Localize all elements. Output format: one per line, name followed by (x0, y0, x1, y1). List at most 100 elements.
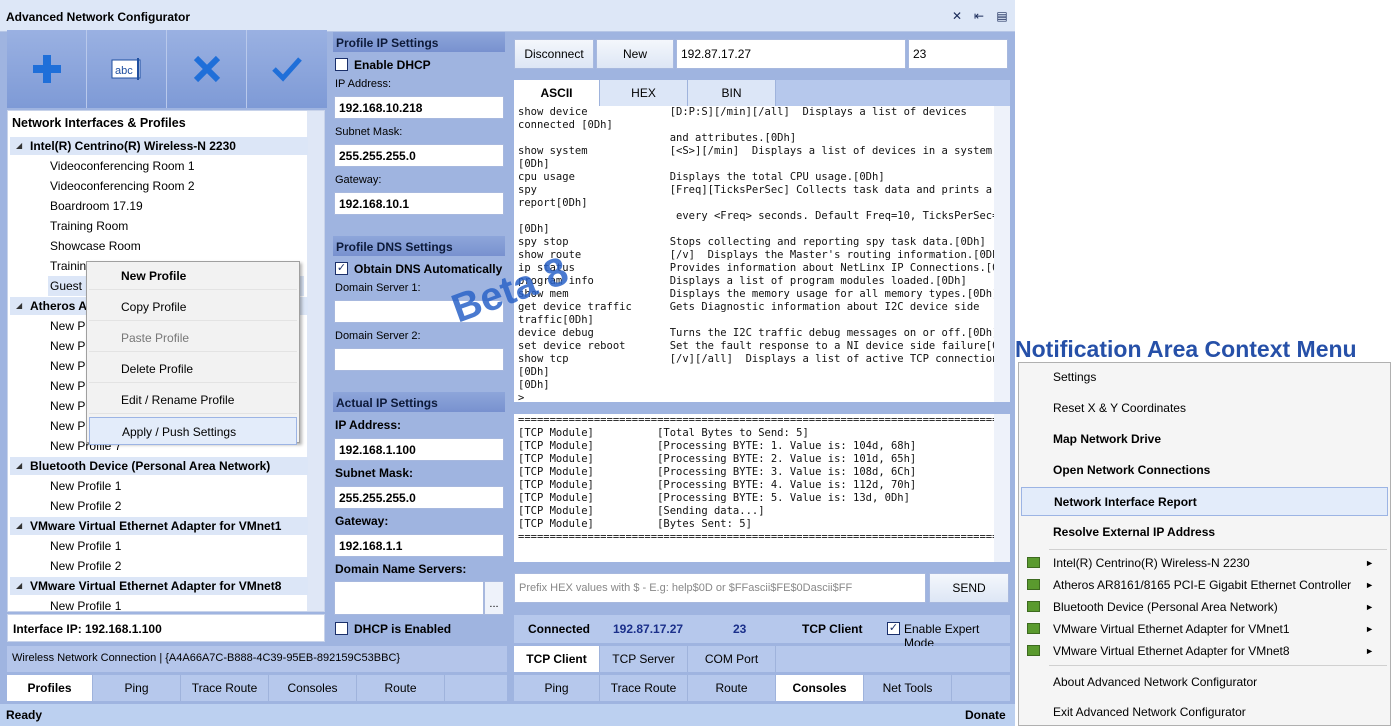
rename-profile-button[interactable]: abc (87, 30, 167, 108)
tree-item[interactable]: Videoconferencing Room 1 (50, 156, 195, 176)
tree-item[interactable]: New P (50, 376, 85, 396)
tree-item[interactable]: New Profile 2 (50, 556, 121, 576)
dhcp-enabled-checkbox[interactable] (335, 622, 348, 635)
mode-tab-bar: TCP Client TCP Server COM Port (514, 646, 1010, 672)
dns-more-button[interactable]: ... (484, 581, 504, 615)
adapter-label: Intel(R) Centrino(R) Wireless-N 2230 (1053, 556, 1250, 570)
tree-item[interactable]: New Profile 2 (50, 496, 121, 516)
adapter-label: Atheros AR8161/8165 PCI-E Gigabit Ethern… (1053, 578, 1352, 592)
terminal-output[interactable]: show device [D:P:S][/min][/all] Displays… (514, 106, 994, 402)
notif-open-connections[interactable]: Open Network Connections (1021, 456, 1388, 485)
menu-copy-profile[interactable]: Copy Profile (89, 293, 297, 321)
tree-group-bluetooth[interactable]: ◢ Bluetooth Device (Personal Area Network… (10, 457, 308, 475)
window-title: Advanced Network Configurator (6, 10, 191, 24)
domain-server-2-field[interactable] (334, 348, 504, 371)
tab-ascii[interactable]: ASCII (514, 80, 600, 106)
tab-route[interactable]: Route (357, 675, 445, 701)
notif-reset-coords[interactable]: Reset X & Y Coordinates (1021, 394, 1388, 423)
tab-tcp-server[interactable]: TCP Server (600, 646, 688, 672)
notif-settings[interactable]: Settings (1021, 363, 1388, 392)
tree-item[interactable]: Videoconferencing Room 2 (50, 176, 195, 196)
notif-interface-report[interactable]: Network Interface Report (1021, 487, 1388, 516)
notif-map-drive[interactable]: Map Network Drive (1021, 425, 1388, 454)
tree-item[interactable]: New P (50, 416, 85, 436)
tab-ping-right[interactable]: Ping (514, 675, 600, 701)
collapse-icon[interactable]: ◢ (16, 457, 22, 475)
profile-gateway-field[interactable]: 192.168.10.1 (334, 192, 504, 215)
tab-consoles-right[interactable]: Consoles (776, 675, 864, 701)
pin-icon[interactable]: ⇤ (972, 9, 986, 23)
tab-trace-route[interactable]: Trace Route (181, 675, 269, 701)
tcp-log-output[interactable]: ========================================… (514, 414, 994, 562)
tab-profiles[interactable]: Profiles (7, 675, 93, 701)
menu-apply-settings[interactable]: Apply / Push Settings (89, 417, 297, 445)
notif-resolve-ip[interactable]: Resolve External IP Address (1021, 518, 1388, 547)
menu-new-profile[interactable]: New Profile (89, 262, 297, 290)
actual-ip-field[interactable]: 192.168.1.100 (334, 438, 504, 461)
delete-profile-button[interactable] (167, 30, 247, 108)
close-icon[interactable]: ✕ (950, 9, 964, 23)
tree-item[interactable]: Trainin (50, 256, 86, 276)
collapse-icon[interactable]: ◢ (16, 517, 22, 535)
tree-item[interactable]: New P (50, 336, 85, 356)
apply-profile-button[interactable] (247, 30, 327, 108)
obtain-dns-checkbox[interactable]: ✓ (335, 262, 348, 275)
tree-item[interactable]: New Profile 1 (50, 596, 121, 611)
expert-mode-checkbox[interactable]: ✓ (887, 622, 900, 635)
profile-ip-field[interactable]: 192.168.10.218 (334, 96, 504, 119)
tree-item[interactable]: Boardroom 17.19 (50, 196, 143, 216)
tab-hex[interactable]: HEX (600, 80, 688, 106)
terminal-scrollbar[interactable] (994, 106, 1010, 402)
tree-item[interactable]: New Profile 1 (50, 476, 121, 496)
dhcp-enabled-label: DHCP is Enabled (354, 622, 452, 636)
tree-item[interactable]: New P (50, 316, 85, 336)
gateway-label: Gateway: (335, 174, 382, 186)
notif-about[interactable]: About Advanced Network Configurator (1021, 668, 1388, 697)
tree-item[interactable]: Training Room (50, 216, 128, 236)
collapse-icon[interactable]: ◢ (16, 297, 22, 315)
notif-adapter-bluetooth[interactable]: Bluetooth Device (Personal Area Network)… (1021, 596, 1388, 618)
menu-icon[interactable]: ▤ (995, 9, 1009, 23)
host-input[interactable]: 192.87.17.27 (676, 39, 906, 69)
tree-scrollbar[interactable] (307, 111, 324, 611)
notif-adapter-vmnet8[interactable]: VMware Virtual Ethernet Adapter for VMne… (1021, 640, 1388, 662)
notif-adapter-intel[interactable]: Intel(R) Centrino(R) Wireless-N 2230 ► (1021, 552, 1388, 574)
tree-group-vmnet8[interactable]: ◢ VMware Virtual Ethernet Adapter for VMn… (10, 577, 308, 595)
tree-group-vmnet1[interactable]: ◢ VMware Virtual Ethernet Adapter for VMn… (10, 517, 308, 535)
tree-item[interactable]: New P (50, 396, 85, 416)
menu-rename-profile[interactable]: Edit / Rename Profile (89, 386, 297, 414)
tab-com-port[interactable]: COM Port (688, 646, 776, 672)
send-input[interactable]: Prefix HEX values with $ - E.g: help$0D … (514, 573, 926, 603)
menu-delete-profile[interactable]: Delete Profile (89, 355, 297, 383)
new-connection-button[interactable]: New (596, 39, 674, 69)
status-host: 192.87.17.27 (613, 622, 684, 636)
actual-gateway-field[interactable]: 192.168.1.1 (334, 534, 504, 557)
collapse-icon[interactable]: ◢ (16, 137, 22, 155)
tree-item[interactable]: New P (50, 356, 85, 376)
collapse-icon[interactable]: ◢ (16, 577, 22, 595)
tab-trace-route-right[interactable]: Trace Route (600, 675, 688, 701)
tab-tcp-client[interactable]: TCP Client (514, 646, 600, 672)
donate-link[interactable]: Donate (965, 708, 1006, 722)
dns-servers-field[interactable] (334, 581, 484, 615)
add-profile-button[interactable] (7, 30, 87, 108)
notif-exit[interactable]: Exit Advanced Network Configurator (1021, 699, 1388, 725)
tree-group-intel[interactable]: ◢ Intel(R) Centrino(R) Wireless-N 2230 (10, 137, 308, 155)
tab-consoles[interactable]: Consoles (269, 675, 357, 701)
enable-dhcp-checkbox[interactable] (335, 58, 348, 71)
profile-mask-field[interactable]: 255.255.255.0 (334, 144, 504, 167)
send-button[interactable]: SEND (929, 573, 1009, 603)
notif-adapter-vmnet1[interactable]: VMware Virtual Ethernet Adapter for VMne… (1021, 618, 1388, 640)
tab-net-tools[interactable]: Net Tools (864, 675, 952, 701)
log-scrollbar[interactable] (994, 414, 1010, 562)
actual-mask-field[interactable]: 255.255.255.0 (334, 486, 504, 509)
menu-paste-profile[interactable]: Paste Profile (89, 324, 297, 352)
notif-adapter-atheros[interactable]: Atheros AR8161/8165 PCI-E Gigabit Ethern… (1021, 574, 1388, 596)
tree-item[interactable]: Showcase Room (50, 236, 141, 256)
tab-ping[interactable]: Ping (93, 675, 181, 701)
tree-item[interactable]: New Profile 1 (50, 536, 121, 556)
tab-bin[interactable]: BIN (688, 80, 776, 106)
port-input[interactable]: 23 (908, 39, 1008, 69)
tab-route-right[interactable]: Route (688, 675, 776, 701)
disconnect-button[interactable]: Disconnect (514, 39, 594, 69)
